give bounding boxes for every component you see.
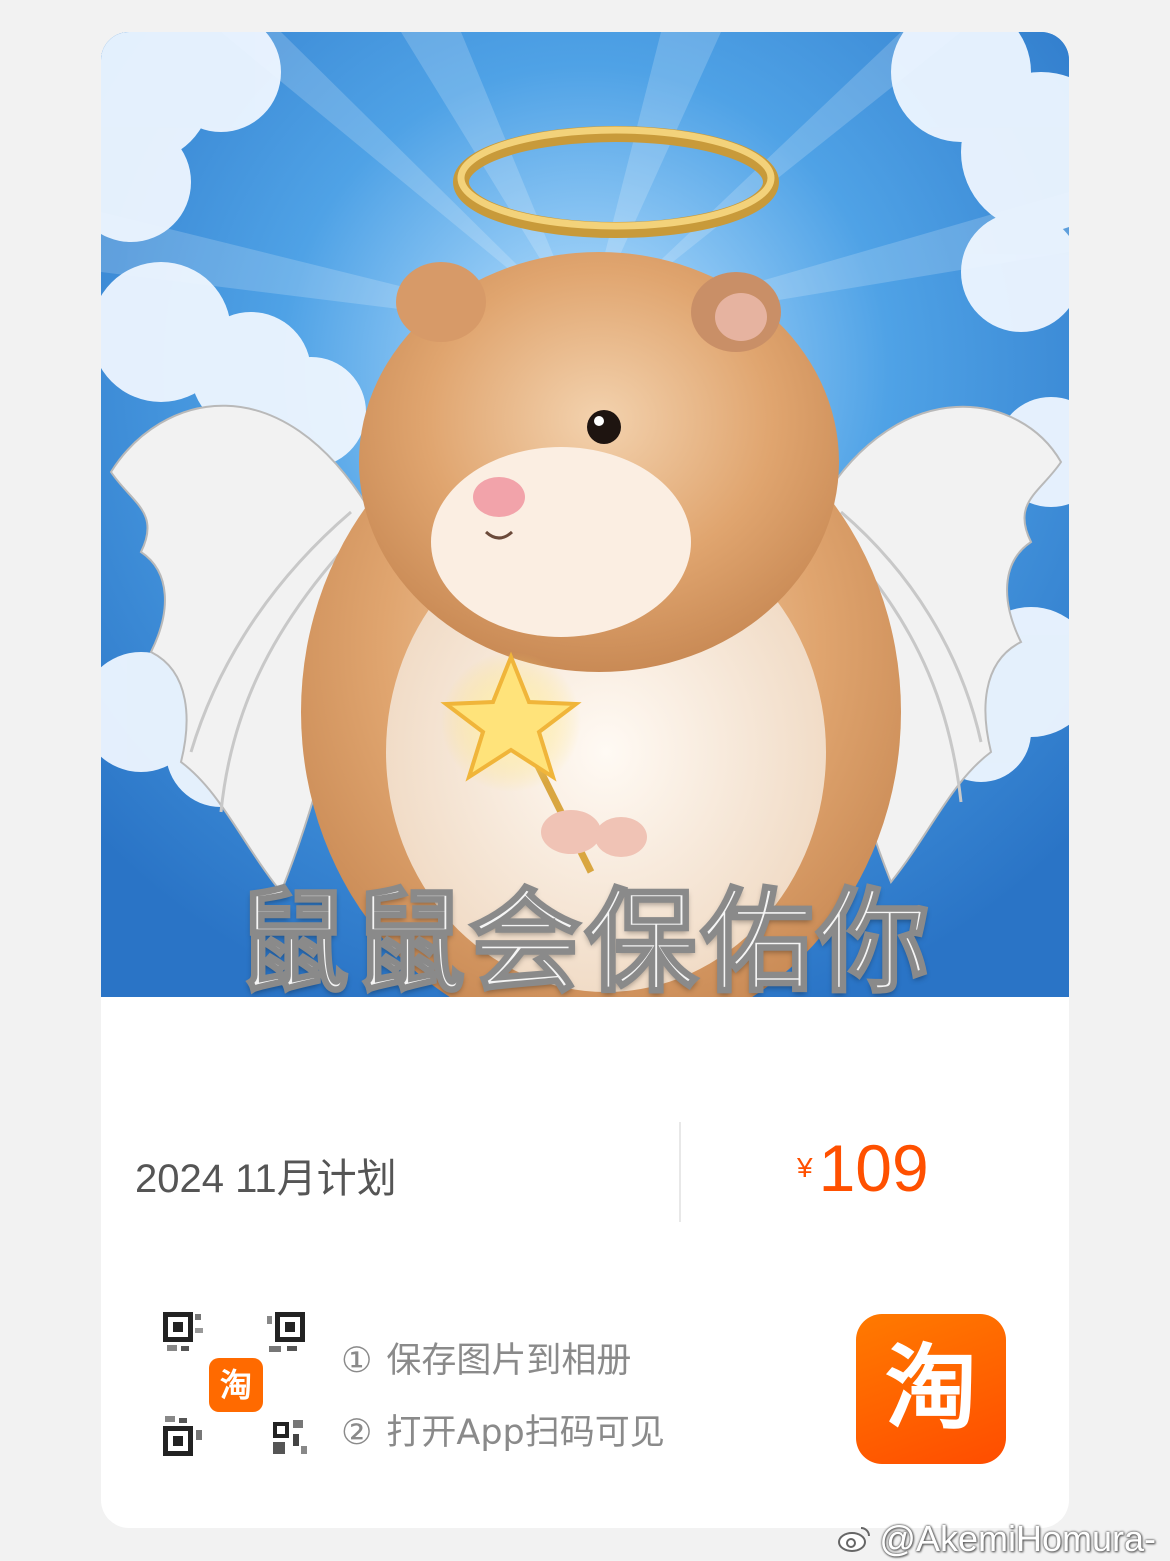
step-2-text: 打开App扫码可见 — [386, 1413, 665, 1453]
step-1-text: 保存图片到相册 — [386, 1341, 632, 1381]
product-info-row: 2024 11月计划 ¥109 — [101, 1122, 1069, 1222]
qr-code[interactable]: 淘 — [163, 1312, 313, 1462]
watermark: @AkemiHomura- — [837, 1518, 1156, 1560]
instruction-step-2: ② 打开App扫码可见 — [341, 1404, 665, 1455]
instruction-step-1: ① 保存图片到相册 — [341, 1332, 631, 1383]
qr-finder-top-left — [163, 1312, 203, 1351]
price: ¥109 — [797, 1130, 929, 1206]
price-amount: 109 — [818, 1131, 929, 1205]
qr-pattern-bottom-right — [273, 1420, 307, 1454]
divider — [679, 1122, 681, 1222]
product-image[interactable]: 鼠鼠会保佑你 — [101, 32, 1069, 997]
step-1-number: ① — [341, 1341, 373, 1381]
watermark-text: @AkemiHomura- — [879, 1518, 1156, 1559]
plan-title: 2024 11月计划 — [135, 1157, 397, 1201]
taobao-badge-icon: 淘 — [209, 1358, 263, 1412]
qr-finder-top-right — [267, 1312, 305, 1352]
price-currency: ¥ — [797, 1152, 813, 1183]
weibo-icon — [838, 1527, 871, 1552]
image-caption: 鼠鼠会保佑你 — [236, 877, 933, 998]
step-2-number: ② — [341, 1413, 373, 1453]
product-share-card: 鼠鼠会保佑你 2024 11月计划 ¥109 淘 ① 保存图片到相册 ② 打开App — [101, 32, 1069, 1528]
taobao-app-icon[interactable]: 淘 — [856, 1314, 1006, 1464]
qr-finder-bottom-left — [163, 1416, 202, 1456]
